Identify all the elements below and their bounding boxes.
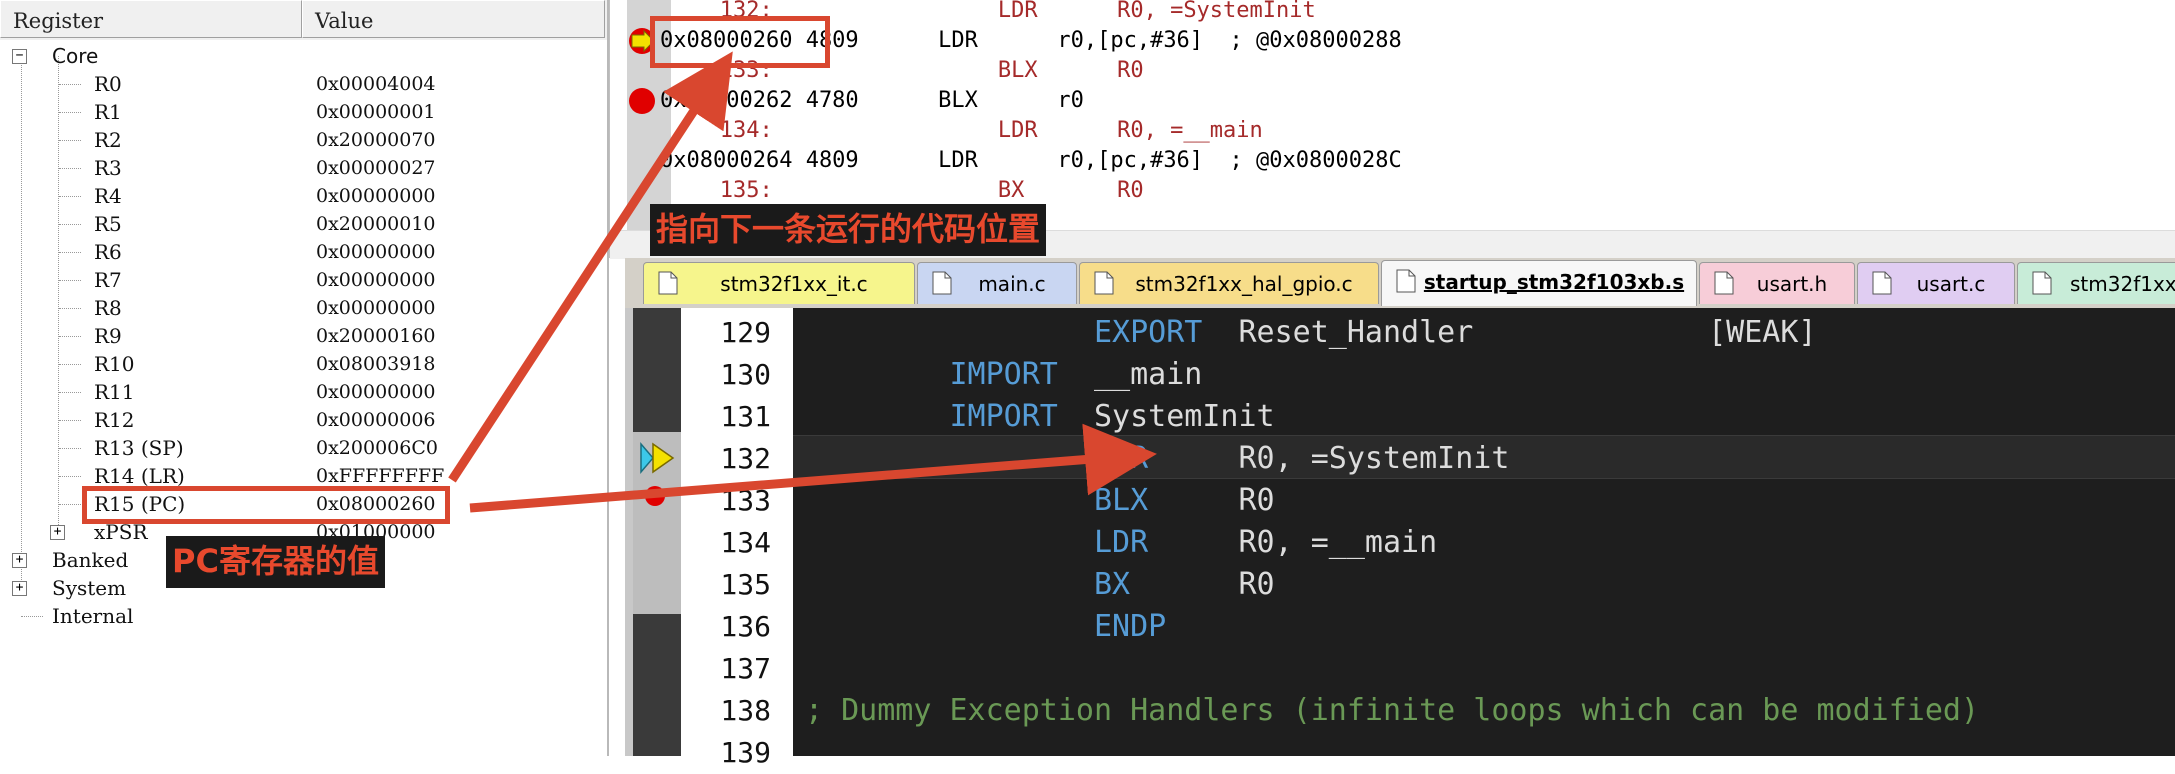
column-header-register[interactable]: Register [0, 0, 302, 38]
register-name: R4 [94, 184, 122, 208]
group-label-internal: Internal [52, 604, 134, 628]
register-value[interactable]: 0x00000000 [316, 182, 436, 210]
register-name: R11 [94, 380, 135, 404]
line-number: 135 [720, 568, 771, 601]
register-row[interactable]: R1 0x00000001 [0, 98, 600, 126]
tab-main-c[interactable]: main.c [917, 262, 1077, 304]
register-name: R0 [94, 72, 122, 96]
register-row[interactable]: R8 0x00000000 [0, 294, 600, 322]
tab-stm32f1xx-hal-gpio-c[interactable]: stm32f1xx_hal_gpio.c [1079, 262, 1379, 304]
register-name: R7 [94, 268, 122, 292]
tab-usart-h[interactable]: usart.h [1699, 262, 1855, 304]
register-value[interactable]: 0x00004004 [316, 70, 436, 98]
register-row[interactable]: R11 0x00000000 [0, 378, 600, 406]
tree-group-internal[interactable]: Internal [0, 602, 600, 630]
register-value[interactable]: 0x00000000 [316, 294, 436, 322]
register-row[interactable]: R0 0x00004004 [0, 70, 600, 98]
register-name: R12 [94, 408, 135, 432]
line-number: 129 [720, 316, 771, 349]
code-line[interactable]: ENDP [805, 606, 1166, 648]
breakpoint-icon[interactable] [643, 484, 667, 508]
code-line[interactable]: BX R0 [805, 564, 1275, 606]
line-number: 132 [720, 442, 771, 475]
expand-icon[interactable]: + [12, 581, 27, 596]
register-row[interactable]: R3 0x00000027 [0, 154, 600, 182]
code-line[interactable]: BLX R0 [805, 480, 1275, 522]
register-value[interactable]: 0x200006C0 [316, 434, 438, 462]
code-line[interactable]: LDR R0, =__main [805, 522, 1437, 564]
highlight-box-pc-register [82, 486, 450, 524]
line-number-gutter: 129 130 131 132 133 134 135 136 137 138 … [681, 308, 793, 769]
line-number: 138 [720, 694, 771, 727]
collapse-icon[interactable]: − [12, 49, 27, 64]
callout-pc-value: PC寄存器的值 [166, 536, 385, 588]
disasm-source-line[interactable]: 135: BX R0 [680, 176, 1144, 206]
disasm-code-line[interactable]: 0x08000262 4780 BLX r0 [660, 86, 1084, 116]
line-number: 137 [720, 652, 771, 685]
register-row[interactable]: R13 (SP) 0x200006C0 [0, 434, 600, 462]
register-value[interactable]: 0x00000000 [316, 238, 436, 266]
line-number: 136 [720, 610, 771, 643]
code-line-comment[interactable]: ; Dummy Exception Handlers (infinite loo… [805, 690, 1979, 732]
tab-stm32f1xx-h[interactable]: stm32f1xx_h [2017, 262, 2175, 304]
register-row[interactable]: R12 0x00000006 [0, 406, 600, 434]
current-instruction-arrow-icon [640, 441, 675, 475]
tree-group-core[interactable]: − Core [0, 42, 600, 70]
register-name: R9 [94, 324, 122, 348]
register-name: R10 [94, 352, 135, 376]
expand-icon[interactable]: + [50, 525, 65, 540]
line-number: 139 [720, 736, 771, 769]
register-value[interactable]: 0x00000000 [316, 378, 436, 406]
register-row[interactable]: R7 0x00000000 [0, 266, 600, 294]
line-number: 133 [720, 484, 771, 517]
register-value[interactable]: 0x08003918 [316, 350, 436, 378]
code-editor[interactable]: 129 130 131 132 133 134 135 136 137 138 … [625, 308, 2175, 769]
editor-tab-bar: stm32f1xx_it.c main.c stm32f1xx_hal_gpio… [625, 258, 2175, 310]
register-value[interactable]: 0x00000000 [316, 266, 436, 294]
disasm-code-line[interactable]: 0x08000264 4809 LDR r0,[pc,#36] ; @0x080… [660, 146, 1402, 176]
column-header-value[interactable]: Value [302, 0, 605, 38]
register-name: R5 [94, 212, 122, 236]
breakpoint-icon[interactable] [628, 86, 658, 116]
tab-stm32f1xx-it-c[interactable]: stm32f1xx_it.c [643, 262, 915, 304]
register-name: R3 [94, 156, 122, 180]
register-value[interactable]: 0x20000010 [316, 210, 436, 238]
group-label-banked: Banked [52, 548, 129, 572]
register-name: R1 [94, 100, 122, 124]
group-label-core: Core [52, 44, 99, 68]
register-row[interactable]: R6 0x00000000 [0, 238, 600, 266]
register-value[interactable]: 0x20000160 [316, 322, 436, 350]
register-value[interactable]: 0x00000006 [316, 406, 436, 434]
line-number: 131 [720, 400, 771, 433]
highlight-box-disasm-address [650, 16, 830, 68]
line-number: 130 [720, 358, 771, 391]
register-name: R13 (SP) [94, 436, 184, 460]
registers-header: Register Value [0, 0, 607, 40]
disasm-source-line[interactable]: 134: LDR R0, =__main [680, 116, 1263, 146]
tab-usart-c[interactable]: usart.c [1857, 262, 2015, 304]
code-line[interactable]: IMPORT __main [805, 354, 1202, 396]
code-line[interactable]: IMPORT SystemInit [805, 396, 1274, 438]
tab-startup-stm32f103xb-s[interactable]: startup_stm32f103xb.s [1381, 260, 1697, 306]
register-value[interactable]: 0x00000001 [316, 98, 436, 126]
register-name: R6 [94, 240, 122, 264]
register-value[interactable]: 0x20000070 [316, 126, 436, 154]
registers-panel: Register Value − Core R0 0x00004004 R1 0… [0, 0, 609, 756]
register-row[interactable]: R10 0x08003918 [0, 350, 600, 378]
register-row[interactable]: R9 0x20000160 [0, 322, 600, 350]
register-name: R2 [94, 128, 122, 152]
editor-breakpoint-margin[interactable] [633, 308, 681, 756]
line-number: 134 [720, 526, 771, 559]
callout-next-instruction: 指向下一条运行的代码位置 [650, 204, 1047, 256]
register-name: R8 [94, 296, 122, 320]
register-row[interactable]: R5 0x20000010 [0, 210, 600, 238]
register-row[interactable]: R2 0x20000070 [0, 126, 600, 154]
expand-icon[interactable]: + [12, 553, 27, 568]
register-row[interactable]: R4 0x00000000 [0, 182, 600, 210]
code-line-current[interactable]: LDR R0, =SystemInit [805, 438, 1509, 480]
group-label-system: System [52, 576, 127, 600]
register-value[interactable]: 0x00000027 [316, 154, 436, 182]
code-line[interactable]: EXPORT Reset_Handler [WEAK] [805, 312, 1816, 354]
